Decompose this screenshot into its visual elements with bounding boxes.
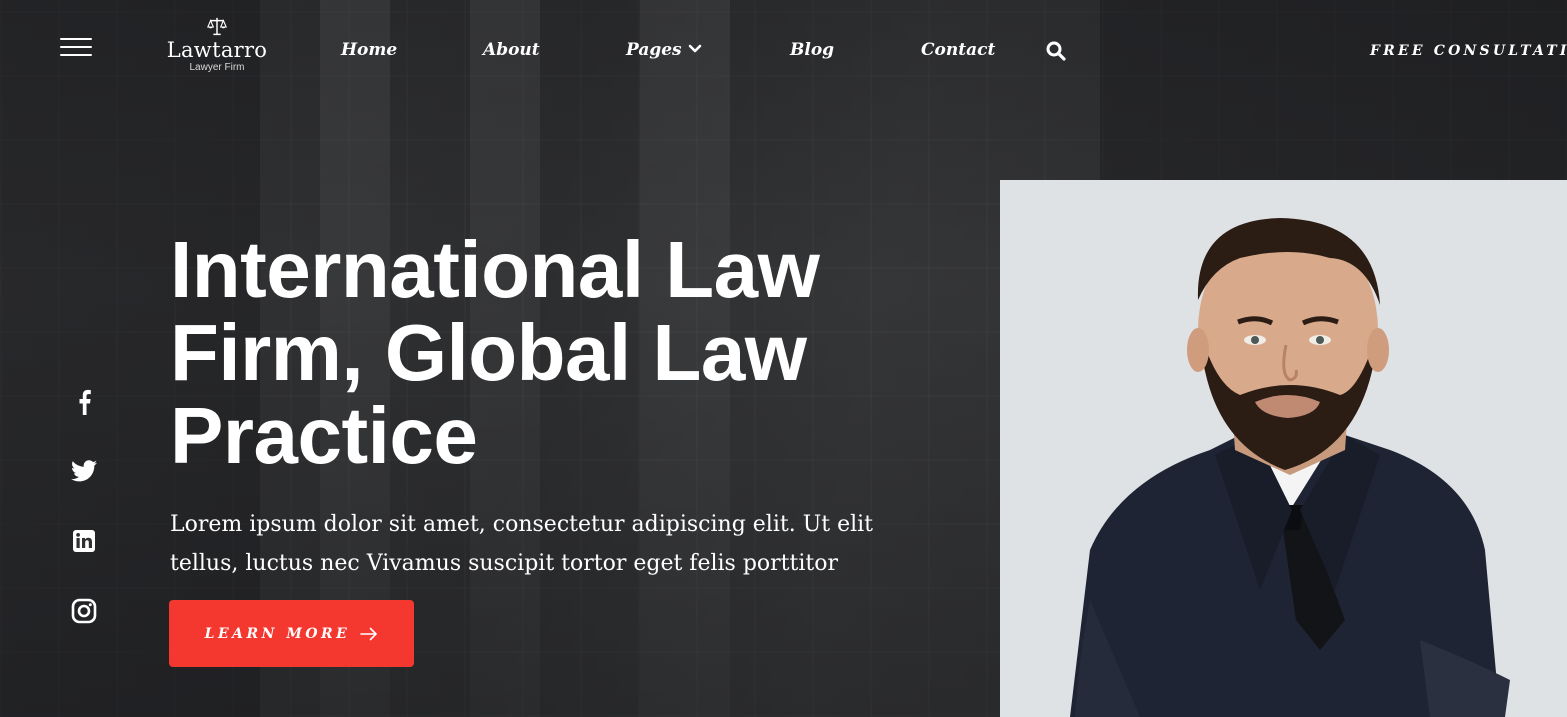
- hero-title: International Law Firm, Global Law Pract…: [170, 228, 970, 477]
- brand-tagline: Lawyer Firm: [189, 62, 245, 73]
- nav-contact[interactable]: Contact: [921, 40, 995, 60]
- brand-name: Lawtarro: [166, 38, 268, 62]
- twitter-icon[interactable]: [70, 457, 98, 485]
- arrow-right-icon: [360, 627, 378, 640]
- hero-title-line: International Law: [170, 225, 820, 314]
- linkedin-icon[interactable]: [70, 527, 98, 555]
- instagram-icon[interactable]: [70, 597, 98, 625]
- learn-more-label: LEARN MORE: [204, 625, 351, 642]
- scales-icon: [206, 17, 228, 36]
- hero-description-line: tellus, luctus nec Vivamus suscipit tort…: [170, 551, 838, 576]
- learn-more-button[interactable]: LEARN MORE: [169, 600, 414, 667]
- free-consultation-button[interactable]: FREE CONSULTATIO: [1370, 43, 1567, 59]
- chevron-down-icon: [688, 44, 701, 52]
- nav-pages-label: Pages: [626, 40, 682, 60]
- hero-description-line: Lorem ipsum dolor sit amet, consectetur …: [170, 512, 874, 537]
- hero-description: Lorem ipsum dolor sit amet, consectetur …: [170, 505, 970, 583]
- nav-blog[interactable]: Blog: [790, 40, 834, 60]
- building-shadow: [1100, 0, 1567, 180]
- hero-title-line: Firm, Global Law: [170, 308, 807, 397]
- nav-home[interactable]: Home: [341, 40, 397, 60]
- hamburger-icon[interactable]: [60, 38, 92, 56]
- brand-logo[interactable]: Lawtarro Lawyer Firm: [160, 16, 274, 75]
- nav-pages[interactable]: Pages: [626, 40, 702, 60]
- nav-about[interactable]: About: [483, 40, 540, 60]
- hero-title-line: Practice: [170, 391, 478, 480]
- facebook-icon[interactable]: [70, 388, 98, 416]
- lawyer-portrait-image: [1000, 180, 1567, 717]
- search-icon[interactable]: [1045, 40, 1067, 62]
